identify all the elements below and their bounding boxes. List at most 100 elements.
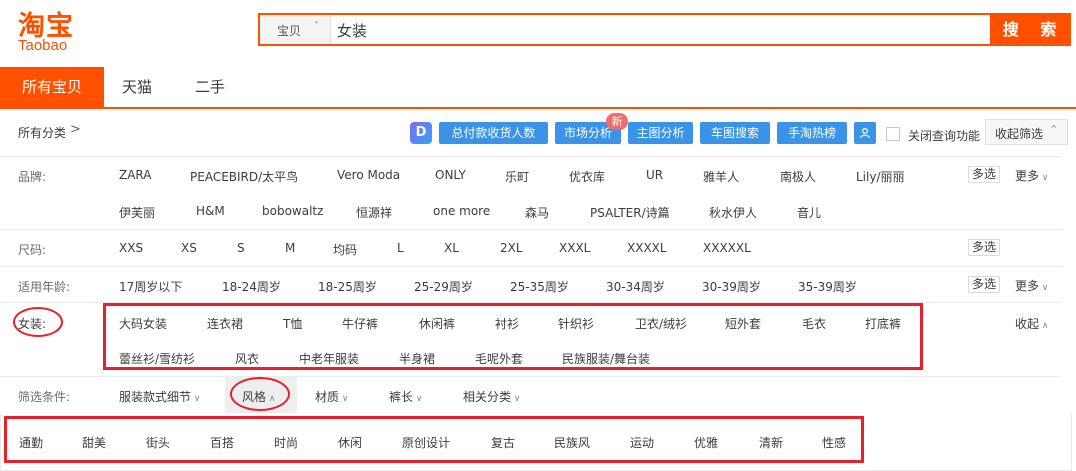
size-option[interactable]: XXXXXL bbox=[703, 241, 751, 255]
age-option[interactable]: 30-39周岁 bbox=[702, 278, 761, 295]
brand-option[interactable]: PSALTER/诗篇 bbox=[590, 204, 670, 221]
chevron-down-icon: ∨ bbox=[413, 394, 423, 404]
plugin-logo-icon[interactable]: D bbox=[410, 122, 432, 144]
age-option[interactable]: 30-34周岁 bbox=[606, 278, 665, 295]
category-option[interactable]: 卫衣/绒衫 bbox=[635, 315, 687, 332]
category-option[interactable]: 民族服装/舞台装 bbox=[562, 350, 650, 367]
brand-option[interactable]: 恒源祥 bbox=[356, 204, 392, 221]
brand-option[interactable]: ZARA bbox=[119, 168, 152, 182]
age-more-button[interactable]: 更多 ∨ bbox=[1015, 277, 1048, 294]
age-option[interactable]: 18-24周岁 bbox=[222, 278, 281, 295]
search-type-select[interactable]: 宝贝 ˅ bbox=[260, 15, 331, 44]
style-option[interactable]: 运动 bbox=[630, 434, 654, 451]
category-option[interactable]: 毛衣 bbox=[802, 315, 826, 332]
style-option[interactable]: 街头 bbox=[146, 434, 170, 451]
brand-option[interactable]: Vero Moda bbox=[337, 168, 400, 182]
category-option[interactable]: T恤 bbox=[283, 315, 302, 332]
category-option[interactable]: 蕾丝衫/雪纺衫 bbox=[119, 350, 195, 367]
category-option[interactable]: 针织衫 bbox=[558, 315, 594, 332]
brand-option[interactable]: H&M bbox=[196, 204, 225, 218]
age-option[interactable]: 35-39周岁 bbox=[798, 278, 857, 295]
condition-dropdown[interactable]: 材质 ∨ bbox=[315, 388, 348, 405]
brand-option[interactable]: 音儿 bbox=[797, 204, 821, 221]
style-option[interactable]: 民族风 bbox=[554, 434, 590, 451]
brand-option[interactable]: Lily/丽丽 bbox=[856, 168, 905, 185]
womens-collapse-button[interactable]: 收起 ∧ bbox=[1015, 315, 1048, 332]
search-button[interactable]: 搜 索 bbox=[990, 13, 1071, 46]
size-option[interactable]: 2XL bbox=[500, 241, 523, 255]
tab-second-hand[interactable]: 二手 bbox=[195, 67, 225, 107]
condition-dropdown[interactable]: 裤长 ∨ bbox=[389, 388, 422, 405]
condition-dropdown[interactable]: 服装款式细节 ∨ bbox=[119, 388, 200, 405]
category-option[interactable]: 连衣裙 bbox=[207, 315, 243, 332]
age-option[interactable]: 25-35周岁 bbox=[510, 278, 569, 295]
category-option[interactable]: 半身裙 bbox=[399, 350, 435, 367]
brand-option[interactable]: 森马 bbox=[525, 204, 549, 221]
brand-option[interactable]: ONLY bbox=[435, 168, 466, 182]
style-option[interactable]: 清新 bbox=[759, 434, 783, 451]
brand-more-label: 更多 bbox=[1015, 169, 1040, 183]
divider bbox=[0, 376, 1062, 377]
age-option[interactable]: 25-29周岁 bbox=[414, 278, 473, 295]
style-option[interactable]: 优雅 bbox=[694, 434, 718, 451]
category-option[interactable]: 大码女装 bbox=[119, 315, 167, 332]
size-option[interactable]: L bbox=[397, 241, 404, 255]
user-button[interactable] bbox=[854, 122, 876, 144]
brand-option[interactable]: 乐町 bbox=[505, 168, 529, 185]
collapse-filter-button[interactable]: 收起筛选 ⌃ bbox=[985, 119, 1068, 145]
style-option[interactable]: 通勤 bbox=[19, 434, 43, 451]
car-image-search-button[interactable]: 车图搜索 bbox=[700, 122, 770, 144]
tab-all-items[interactable]: 所有宝贝 bbox=[0, 67, 104, 107]
total-buyers-button[interactable]: 总付款收货人数 bbox=[439, 122, 548, 144]
hot-list-button[interactable]: 手淘热榜 bbox=[777, 122, 847, 144]
style-option[interactable]: 百搭 bbox=[210, 434, 234, 451]
size-option[interactable]: XXXXL bbox=[627, 241, 667, 255]
chevron-down-icon: ∨ bbox=[1039, 173, 1049, 183]
new-badge: 新 bbox=[606, 113, 628, 130]
category-option[interactable]: 休闲裤 bbox=[419, 315, 455, 332]
size-option[interactable]: XXXL bbox=[559, 241, 590, 255]
category-option[interactable]: 衬衫 bbox=[495, 315, 519, 332]
size-option[interactable]: XL bbox=[444, 241, 459, 255]
brand-option[interactable]: PEACEBIRD/太平鸟 bbox=[190, 168, 298, 185]
category-option[interactable]: 毛呢外套 bbox=[475, 350, 523, 367]
size-option[interactable]: M bbox=[285, 241, 295, 255]
style-option[interactable]: 甜美 bbox=[82, 434, 106, 451]
style-option[interactable]: 时尚 bbox=[274, 434, 298, 451]
brand-multi-select-button[interactable]: 多选 bbox=[968, 166, 1000, 183]
category-option[interactable]: 风衣 bbox=[235, 350, 259, 367]
size-option[interactable]: XXS bbox=[119, 241, 143, 255]
taobao-logo-english[interactable]: Taobao bbox=[18, 37, 67, 54]
style-option[interactable]: 性感 bbox=[822, 434, 846, 451]
category-option[interactable]: 中老年服装 bbox=[299, 350, 359, 367]
size-multi-select-button[interactable]: 多选 bbox=[968, 239, 1000, 256]
age-option[interactable]: 17周岁以下 bbox=[119, 278, 182, 295]
search-input[interactable] bbox=[335, 18, 989, 42]
style-option[interactable]: 原创设计 bbox=[402, 434, 450, 451]
tab-tmall[interactable]: 天猫 bbox=[122, 67, 152, 107]
condition-dropdown[interactable]: 相关分类 ∨ bbox=[463, 388, 520, 405]
brand-option[interactable]: bobowaltz bbox=[262, 204, 323, 218]
style-option[interactable]: 休闲 bbox=[338, 434, 362, 451]
age-multi-select-button[interactable]: 多选 bbox=[968, 276, 1000, 293]
close-query-checkbox[interactable] bbox=[886, 127, 900, 141]
brand-option[interactable]: 雅羊人 bbox=[703, 168, 739, 185]
category-option[interactable]: 牛仔裤 bbox=[342, 315, 378, 332]
main-image-analysis-button[interactable]: 主图分析 bbox=[628, 122, 693, 144]
brand-option[interactable]: 优衣库 bbox=[569, 168, 605, 185]
condition-label: 材质 bbox=[315, 390, 340, 404]
category-option[interactable]: 打底裤 bbox=[865, 315, 901, 332]
size-option[interactable]: 均码 bbox=[333, 241, 357, 258]
brand-option[interactable]: 伊芙丽 bbox=[119, 204, 155, 221]
brand-option[interactable]: 秋水伊人 bbox=[709, 204, 757, 221]
size-option[interactable]: XS bbox=[181, 241, 197, 255]
brand-option[interactable]: UR bbox=[646, 168, 663, 182]
age-option[interactable]: 18-25周岁 bbox=[318, 278, 377, 295]
size-option[interactable]: S bbox=[237, 241, 245, 255]
style-option[interactable]: 复古 bbox=[491, 434, 515, 451]
brand-option[interactable]: 南极人 bbox=[780, 168, 816, 185]
brand-more-button[interactable]: 更多 ∨ bbox=[1015, 167, 1048, 184]
category-option[interactable]: 短外套 bbox=[725, 315, 761, 332]
brand-option[interactable]: one more bbox=[433, 204, 490, 218]
all-categories-link[interactable]: 所有分类 bbox=[18, 124, 66, 141]
